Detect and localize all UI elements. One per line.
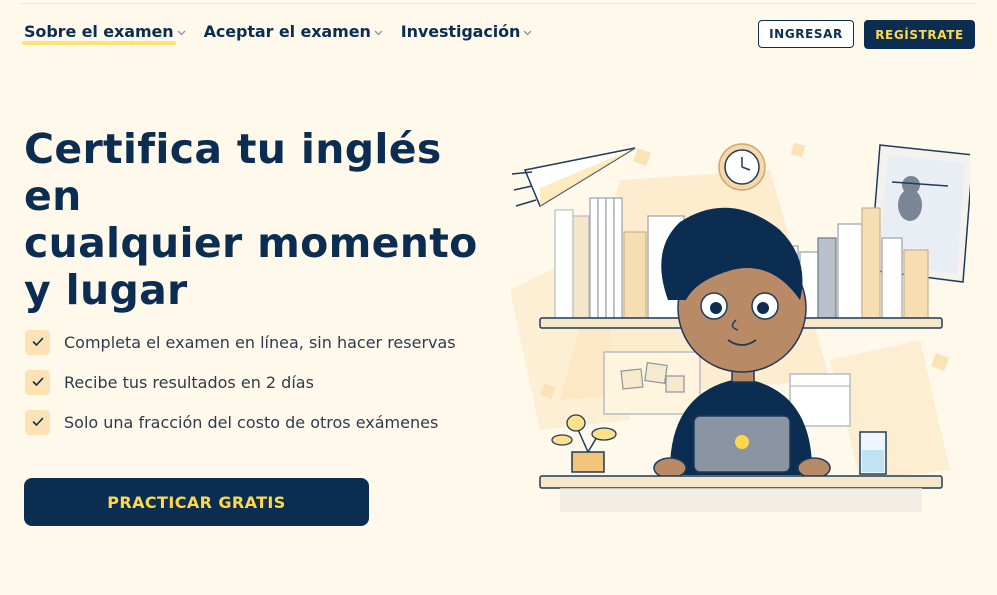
chevron-down-icon — [177, 30, 186, 36]
top-divider — [20, 3, 975, 4]
nav-item-aceptar-el-examen[interactable]: Aceptar el examen — [204, 22, 383, 41]
nav-item-label: Investigación — [400, 22, 521, 41]
clock-icon — [718, 143, 766, 191]
feature-item: Solo una fracción del costo de otros exá… — [25, 402, 456, 442]
pinboard — [603, 351, 701, 415]
nav-item-sobre-el-examen[interactable]: Sobre el examen — [22, 22, 186, 45]
check-icon — [25, 329, 50, 355]
desk — [539, 475, 943, 489]
nav-item-investigacion[interactable]: Investigación — [401, 22, 533, 41]
hero-title-line: y lugar — [24, 266, 188, 314]
feature-item: Recibe tus resultados en 2 días — [25, 362, 456, 402]
main-nav: Sobre el examen Aceptar el examen Invest… — [22, 22, 550, 45]
chevron-down-icon — [374, 30, 383, 36]
nav-item-label: Aceptar el examen — [203, 22, 371, 41]
laptop-icon — [693, 415, 791, 473]
desk-shadow — [560, 488, 922, 512]
check-icon — [25, 409, 50, 435]
signup-button[interactable]: REGÍSTRATE — [864, 20, 975, 49]
login-button[interactable]: INGRESAR — [758, 20, 854, 48]
feature-list: Completa el examen en línea, sin hacer r… — [25, 322, 456, 442]
feature-item: Completa el examen en línea, sin hacer r… — [25, 322, 456, 362]
feature-text: Recibe tus resultados en 2 días — [64, 372, 314, 392]
background-dot — [790, 142, 806, 158]
glass-icon — [859, 431, 887, 475]
feature-text: Completa el examen en línea, sin hacer r… — [64, 332, 456, 352]
hero-title-line: cualquier momento — [24, 219, 478, 267]
hero-title: Certifica tu inglés en cualquier momento… — [24, 126, 484, 314]
hero-illustration — [510, 142, 970, 512]
check-icon — [25, 369, 50, 395]
feature-text: Solo una fracción del costo de otros exá… — [64, 412, 439, 432]
hero-title-line: Certifica tu inglés en — [24, 125, 442, 220]
practice-free-button[interactable]: PRACTICAR GRATIS — [24, 478, 369, 526]
chevron-down-icon — [523, 30, 532, 36]
background-dot — [633, 148, 651, 166]
nav-item-label: Sobre el examen — [22, 22, 176, 45]
background-dot — [931, 353, 949, 371]
